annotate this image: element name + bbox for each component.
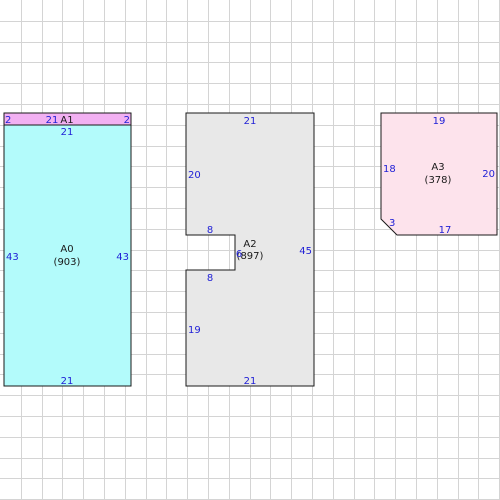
room-a3-bottom-dimension: 17: [439, 225, 452, 236]
room-a3-chamfer-dimension: 3: [389, 218, 395, 229]
room-a1-left-dimension: 2: [5, 115, 11, 126]
room-a0-right-dimension: 43: [116, 252, 129, 263]
room-a3-shape[interactable]: [380, 112, 498, 236]
room-a0-top-dimension: 21: [61, 127, 74, 138]
room-a3-right-dimension: 20: [482, 169, 495, 180]
room-a3-area: (378): [425, 175, 452, 186]
floor-plan-canvas: A0 (903) 21 21 43 43 A1 21 2 2 A2 (897) …: [0, 0, 500, 500]
room-a1-top-dimension: 21: [46, 115, 59, 126]
room-a2-name: A2: [243, 239, 256, 250]
room-a2-right-dimension: 45: [299, 246, 312, 257]
room-a3-name: A3: [431, 162, 444, 173]
room-a2-left-upper-dimension: 20: [188, 170, 201, 181]
room-a0-left-dimension: 43: [6, 252, 19, 263]
room-a2-notch-top-dimension: 8: [207, 225, 213, 236]
room-a2-left-lower-dimension: 19: [188, 325, 201, 336]
room-a2-bottom-dimension: 21: [244, 376, 257, 387]
room-a3-top-dimension: 19: [433, 116, 446, 127]
room-a1-name: A1: [60, 115, 73, 126]
room-a1-right-dimension: 2: [124, 115, 130, 126]
room-a2-notch-depth-dimension: 6: [236, 249, 242, 260]
room-a0-area: (903): [54, 257, 81, 268]
room-a0-shape[interactable]: [3, 124, 132, 387]
room-a2-notch-bottom-dimension: 8: [207, 273, 213, 284]
room-a3[interactable]: A3 (378) 19 17 18 20 3: [380, 112, 498, 236]
room-a0[interactable]: A0 (903) 21 21 43 43: [3, 124, 132, 387]
room-a1[interactable]: A1 21 2 2: [3, 112, 132, 126]
room-a0-bottom-dimension: 21: [61, 376, 74, 387]
room-a3-left-dimension: 18: [383, 164, 396, 175]
room-a2-top-dimension: 21: [244, 116, 257, 127]
room-a0-name: A0: [60, 244, 73, 255]
